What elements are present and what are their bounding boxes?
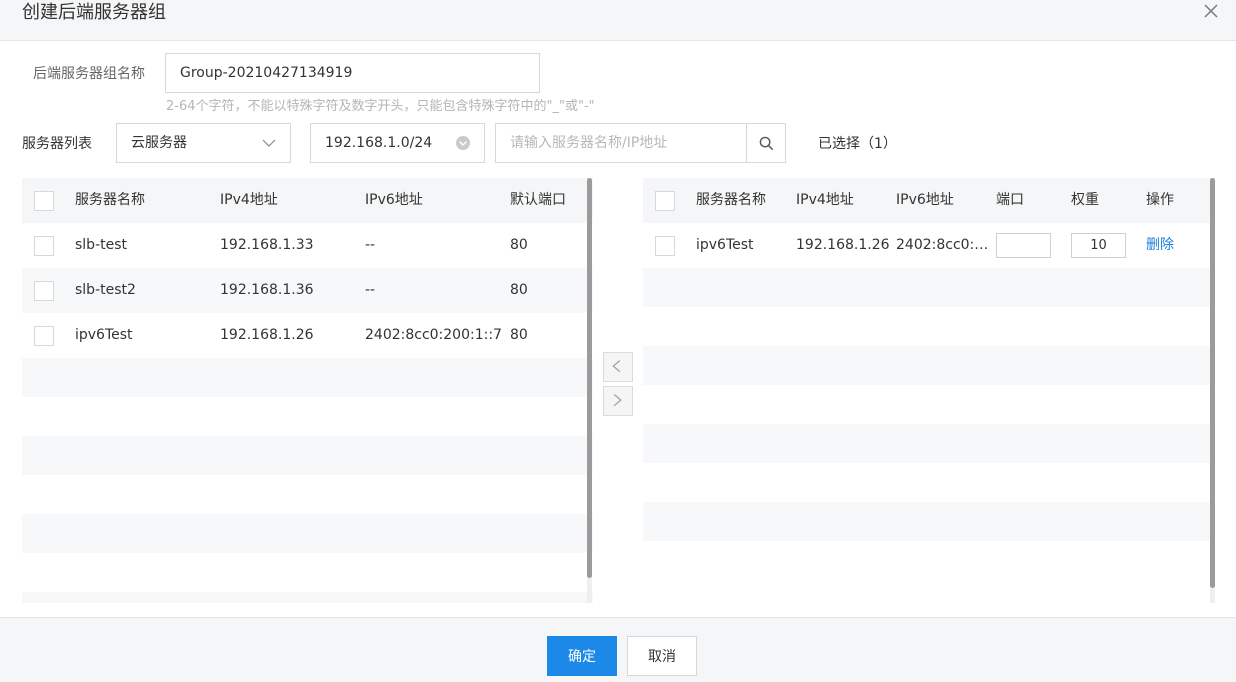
server-name: ipv6Test bbox=[696, 237, 754, 253]
column-header: 权重 bbox=[1071, 192, 1099, 208]
delete-link[interactable]: 删除 bbox=[1146, 223, 1174, 268]
row-checkbox[interactable] bbox=[655, 236, 675, 256]
dialog-title: 创建后端服务器组 bbox=[22, 2, 166, 23]
empty-row bbox=[643, 346, 1215, 385]
column-header: 操作 bbox=[1146, 192, 1174, 208]
server-ipv6: 2402:8cc0:200:1::7 bbox=[365, 327, 502, 343]
empty-row bbox=[22, 592, 593, 603]
dropdown-circle-icon bbox=[456, 136, 470, 150]
search-icon bbox=[759, 136, 774, 151]
server-ipv6: -- bbox=[365, 282, 376, 298]
table-row[interactable]: ipv6Test 192.168.1.26 2402:8cc0:200:1::7… bbox=[22, 313, 593, 358]
column-header: IPv4地址 bbox=[220, 192, 278, 208]
empty-row bbox=[643, 385, 1215, 424]
server-port: 80 bbox=[510, 237, 528, 253]
cidr-value: 192.168.1.0/24 bbox=[325, 135, 433, 151]
table-row[interactable]: slb-test 192.168.1.33 -- 80 bbox=[22, 223, 593, 268]
server-type-select[interactable]: 云服务器 bbox=[116, 123, 291, 163]
chevron-down-icon bbox=[262, 139, 276, 147]
group-name-input[interactable] bbox=[165, 53, 540, 93]
server-port: 80 bbox=[510, 282, 528, 298]
server-ipv4: 192.168.1.26 bbox=[796, 237, 890, 253]
select-all-checkbox[interactable] bbox=[655, 191, 675, 211]
column-header: 端口 bbox=[996, 192, 1024, 208]
server-port: 80 bbox=[510, 327, 528, 343]
selected-servers-table: 服务器名称 IPv4地址 IPv6地址 端口 权重 操作 ipv6Test 19… bbox=[643, 178, 1215, 603]
table-header: 服务器名称 IPv4地址 IPv6地址 端口 权重 操作 bbox=[643, 178, 1215, 223]
empty-row bbox=[643, 268, 1215, 307]
dialog-footer: 确定 取消 bbox=[0, 617, 1236, 682]
move-right-button[interactable] bbox=[603, 386, 633, 416]
empty-row bbox=[22, 553, 593, 592]
column-header: IPv6地址 bbox=[365, 192, 423, 208]
server-name: ipv6Test bbox=[75, 327, 133, 343]
cancel-button[interactable]: 取消 bbox=[627, 636, 697, 676]
column-header: IPv4地址 bbox=[796, 192, 854, 208]
left-scrollbar[interactable] bbox=[587, 178, 592, 578]
empty-row bbox=[22, 514, 593, 553]
empty-row bbox=[22, 397, 593, 436]
server-ipv4: 192.168.1.26 bbox=[220, 327, 314, 343]
empty-row bbox=[22, 475, 593, 514]
cidr-select[interactable]: 192.168.1.0/24 bbox=[310, 123, 485, 163]
empty-row bbox=[643, 307, 1215, 346]
move-left-button[interactable] bbox=[603, 352, 633, 382]
search-input[interactable] bbox=[495, 123, 747, 163]
chevron-left-icon bbox=[612, 359, 621, 373]
confirm-button[interactable]: 确定 bbox=[547, 636, 617, 676]
port-input[interactable] bbox=[996, 233, 1051, 258]
chevron-right-icon bbox=[613, 393, 622, 407]
server-name: slb-test2 bbox=[75, 282, 136, 298]
server-ipv6: -- bbox=[365, 237, 376, 253]
right-scrollbar[interactable] bbox=[1210, 178, 1215, 588]
server-name: slb-test bbox=[75, 237, 128, 253]
row-checkbox[interactable] bbox=[34, 281, 54, 301]
select-all-checkbox[interactable] bbox=[34, 191, 54, 211]
column-header: 默认端口 bbox=[510, 192, 566, 208]
search-button[interactable] bbox=[746, 123, 786, 163]
close-icon[interactable] bbox=[1202, 2, 1220, 20]
empty-row bbox=[22, 358, 593, 397]
selected-count: 已选择（1） bbox=[818, 136, 897, 152]
column-header: 服务器名称 bbox=[75, 192, 145, 208]
empty-row bbox=[643, 424, 1215, 463]
group-name-label: 后端服务器组名称 bbox=[33, 66, 145, 82]
row-checkbox[interactable] bbox=[34, 326, 54, 346]
column-header: IPv6地址 bbox=[896, 192, 954, 208]
server-ipv4: 192.168.1.33 bbox=[220, 237, 314, 253]
table-row[interactable]: ipv6Test 192.168.1.26 2402:8cc0:200:1::7… bbox=[643, 223, 1215, 268]
group-name-hint: 2-64个字符，不能以特殊字符及数字开头，只能包含特殊字符中的"_"或"-" bbox=[166, 99, 595, 114]
weight-input[interactable] bbox=[1071, 233, 1126, 258]
available-servers-table: 服务器名称 IPv4地址 IPv6地址 默认端口 slb-test 192.16… bbox=[22, 178, 593, 603]
server-list-label: 服务器列表 bbox=[22, 136, 92, 152]
dialog-header: 创建后端服务器组 bbox=[0, 0, 1236, 41]
empty-row bbox=[643, 502, 1215, 541]
server-type-value: 云服务器 bbox=[131, 135, 187, 151]
empty-row bbox=[643, 463, 1215, 502]
table-header: 服务器名称 IPv4地址 IPv6地址 默认端口 bbox=[22, 178, 593, 223]
empty-row bbox=[643, 541, 1215, 580]
column-header: 服务器名称 bbox=[696, 192, 766, 208]
table-row[interactable]: slb-test2 192.168.1.36 -- 80 bbox=[22, 268, 593, 313]
row-checkbox[interactable] bbox=[34, 236, 54, 256]
server-ipv6: 2402:8cc0:200:1::7 bbox=[896, 237, 992, 253]
empty-row bbox=[22, 436, 593, 475]
server-ipv4: 192.168.1.36 bbox=[220, 282, 314, 298]
